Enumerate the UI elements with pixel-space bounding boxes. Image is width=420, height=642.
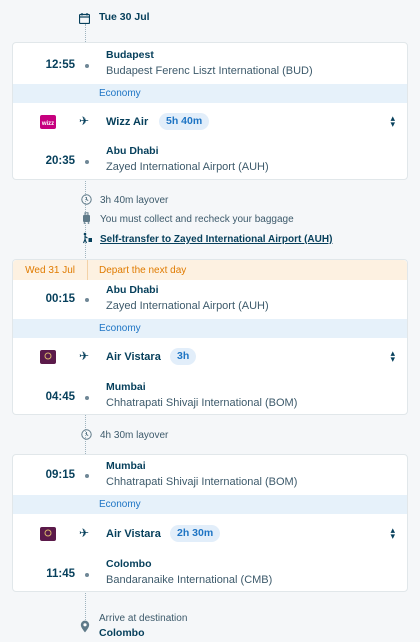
- arrival-time: 04:45: [45, 391, 75, 403]
- next-day-divider: [87, 260, 88, 280]
- arrival-airport: Zayed International Airport (AUH): [106, 161, 269, 173]
- timeline-dot: [85, 64, 89, 68]
- segment-card-1: 12:55 Budapest Budapest Ferenc Liszt Int…: [12, 42, 408, 180]
- next-day-date: Wed 31 Jul: [25, 265, 75, 276]
- arrival-airport: Chhatrapati Shivaji International (BOM): [106, 397, 298, 409]
- departure-city: Abu Dhabi: [106, 284, 159, 296]
- timeline-dot: [85, 474, 89, 478]
- timeline-dot: [85, 396, 89, 400]
- timeline-dot: [85, 298, 89, 302]
- carrier-name: Air Vistara: [106, 528, 161, 540]
- baggage-icon: [81, 212, 92, 227]
- expand-chevron-icon[interactable]: ▴ ▾: [390, 526, 395, 541]
- timeline-dot: [85, 160, 89, 164]
- clock-icon: [81, 194, 92, 208]
- cabin-class: Economy: [13, 84, 407, 103]
- destination-city: Colombo: [99, 627, 145, 639]
- arrival-time: 20:35: [45, 155, 75, 167]
- departure-city: Budapest: [106, 49, 154, 61]
- layover-duration: 4h 30m layover: [100, 430, 169, 441]
- next-day-label: Depart the next day: [99, 265, 187, 276]
- carrier-name: Air Vistara: [106, 351, 161, 363]
- trip-date: Tue 30 Jul: [99, 11, 150, 23]
- arrive-label: Arrive at destination: [99, 613, 188, 624]
- carrier-row[interactable]: ✈ Air Vistara 2h 30m ▴ ▾: [13, 518, 407, 550]
- calendar-icon: [78, 11, 91, 25]
- baggage-recheck-notice: You must collect and recheck your baggag…: [100, 214, 294, 225]
- airplane-icon: ✈: [79, 114, 90, 128]
- arrival-city: Colombo: [106, 558, 152, 570]
- arrival-city: Mumbai: [106, 381, 146, 393]
- airplane-icon: ✈: [79, 349, 90, 363]
- air-vistara-logo: [40, 350, 56, 364]
- departure-airport: Zayed International Airport (AUH): [106, 300, 269, 312]
- flight-duration-badge: 3h: [170, 348, 197, 365]
- departure-time: 12:55: [45, 59, 75, 71]
- air-vistara-logo: [40, 527, 56, 541]
- departure-time: 09:15: [45, 469, 75, 481]
- flight-duration-badge: 2h 30m: [170, 525, 221, 542]
- svg-text:wizz: wizz: [41, 121, 54, 127]
- self-transfer-link[interactable]: Self-transfer to Zayed International Air…: [100, 234, 332, 245]
- flight-duration-badge: 5h 40m: [159, 113, 210, 130]
- departure-city: Mumbai: [106, 460, 146, 472]
- arrival-time: 11:45: [46, 568, 75, 580]
- expand-chevron-icon[interactable]: ▴ ▾: [390, 349, 395, 364]
- next-day-banner: Wed 31 Jul Depart the next day: [13, 260, 407, 280]
- airplane-icon: ✈: [79, 526, 90, 540]
- wizz-air-logo: wizz: [40, 115, 56, 129]
- arrival-airport: Bandaranaike International (CMB): [106, 574, 273, 586]
- departure-airport: Budapest Ferenc Liszt International (BUD…: [106, 65, 313, 77]
- segment-card-2: Wed 31 Jul Depart the next day 00:15 Abu…: [12, 259, 408, 415]
- carrier-row[interactable]: wizz ✈ Wizz Air 5h 40m ▴ ▾: [13, 106, 407, 138]
- arrival-city: Abu Dhabi: [106, 145, 159, 157]
- layover-duration: 3h 40m layover: [100, 195, 169, 206]
- self-transfer-icon: [81, 232, 93, 247]
- departure-airport: Chhatrapati Shivaji International (BOM): [106, 476, 298, 488]
- expand-chevron-icon[interactable]: ▴ ▾: [390, 114, 395, 129]
- location-pin-icon: [80, 620, 90, 638]
- departure-time: 00:15: [45, 293, 75, 305]
- clock-icon: [81, 429, 92, 443]
- carrier-name: Wizz Air: [106, 116, 149, 128]
- cabin-class: Economy: [13, 319, 407, 338]
- cabin-class: Economy: [13, 495, 407, 514]
- segment-card-3: 09:15 Mumbai Chhatrapati Shivaji Interna…: [12, 454, 408, 592]
- timeline-dot: [85, 573, 89, 577]
- carrier-row[interactable]: ✈ Air Vistara 3h ▴ ▾: [13, 341, 407, 373]
